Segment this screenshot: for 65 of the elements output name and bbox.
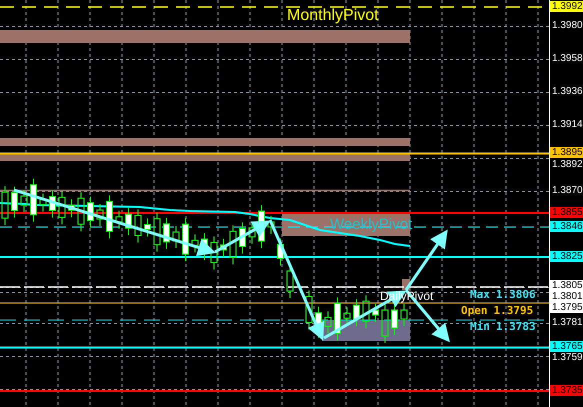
candlestick bbox=[78, 192, 84, 232]
price-tag: 1.3805 bbox=[550, 280, 583, 291]
price-label: 1.3958 bbox=[551, 53, 583, 64]
candlestick bbox=[268, 215, 274, 234]
candlestick bbox=[239, 222, 246, 254]
candlestick bbox=[30, 178, 37, 222]
candlestick bbox=[362, 294, 370, 329]
candlestick bbox=[134, 209, 142, 243]
candlestick bbox=[400, 304, 408, 326]
candlestick bbox=[87, 196, 94, 228]
candlestick bbox=[248, 221, 256, 244]
candlestick bbox=[172, 226, 180, 248]
price-label: 1.3980 bbox=[551, 20, 583, 31]
price-tag: 1.3735 bbox=[550, 385, 583, 396]
price-tag: 1.3992 bbox=[550, 1, 583, 12]
candlestick bbox=[20, 190, 28, 212]
candlestick bbox=[277, 238, 284, 266]
candlestick bbox=[192, 234, 198, 253]
candlestick bbox=[154, 212, 160, 252]
price-tag: 1.3855 bbox=[550, 207, 583, 218]
candlestick bbox=[353, 298, 360, 327]
candlestick bbox=[382, 304, 388, 344]
stat-label: Min bbox=[470, 321, 490, 332]
candlestick bbox=[58, 190, 66, 225]
candlestick bbox=[334, 296, 341, 341]
candlestick bbox=[391, 304, 398, 336]
candlestick bbox=[163, 217, 170, 250]
candlestick bbox=[2, 186, 8, 226]
stat-label: Max bbox=[470, 289, 490, 300]
candlestick bbox=[230, 224, 236, 265]
candlestick bbox=[106, 194, 113, 239]
stat-label: Open bbox=[461, 305, 488, 316]
candlestick bbox=[40, 193, 46, 212]
candlestick bbox=[68, 198, 75, 218]
stat-value: 1.3806 bbox=[496, 289, 536, 300]
candlestick bbox=[116, 210, 122, 230]
candlestick bbox=[344, 306, 350, 326]
price-label: 1.3759 bbox=[551, 352, 583, 363]
stat-value: 1.3795 bbox=[494, 305, 534, 316]
candlestick bbox=[306, 290, 312, 330]
price-label: 1.3870 bbox=[551, 185, 583, 196]
candlestick bbox=[201, 232, 208, 261]
price-label: 1.3936 bbox=[551, 86, 583, 97]
candlestick bbox=[372, 304, 379, 322]
price-tag: 1.3765 bbox=[550, 341, 583, 352]
candlestick bbox=[324, 310, 332, 334]
candlestick bbox=[182, 218, 189, 262]
price-tag: 1.3795 bbox=[550, 302, 583, 313]
monthly-pivot-label: MonthlyPivot bbox=[287, 8, 379, 24]
candlestick bbox=[210, 236, 218, 270]
price-label: 1.3781 bbox=[551, 317, 583, 328]
price-tag: 1.3825 bbox=[550, 251, 583, 262]
candlestick bbox=[49, 190, 56, 218]
price-tag: 1.3801 bbox=[550, 291, 583, 302]
candlestick bbox=[96, 204, 104, 226]
price-tag: 1.3846 bbox=[550, 221, 583, 232]
price-label: 1.3892 bbox=[551, 159, 583, 170]
candlestick bbox=[144, 218, 151, 237]
candlestick bbox=[125, 208, 132, 236]
candlestick bbox=[220, 238, 227, 258]
candlestick bbox=[11, 186, 18, 218]
stat-value: 1.3783 bbox=[496, 321, 536, 332]
price-label: 1.3914 bbox=[551, 119, 583, 130]
candlestick bbox=[258, 204, 265, 249]
price-tag: 1.3895 bbox=[550, 147, 583, 158]
